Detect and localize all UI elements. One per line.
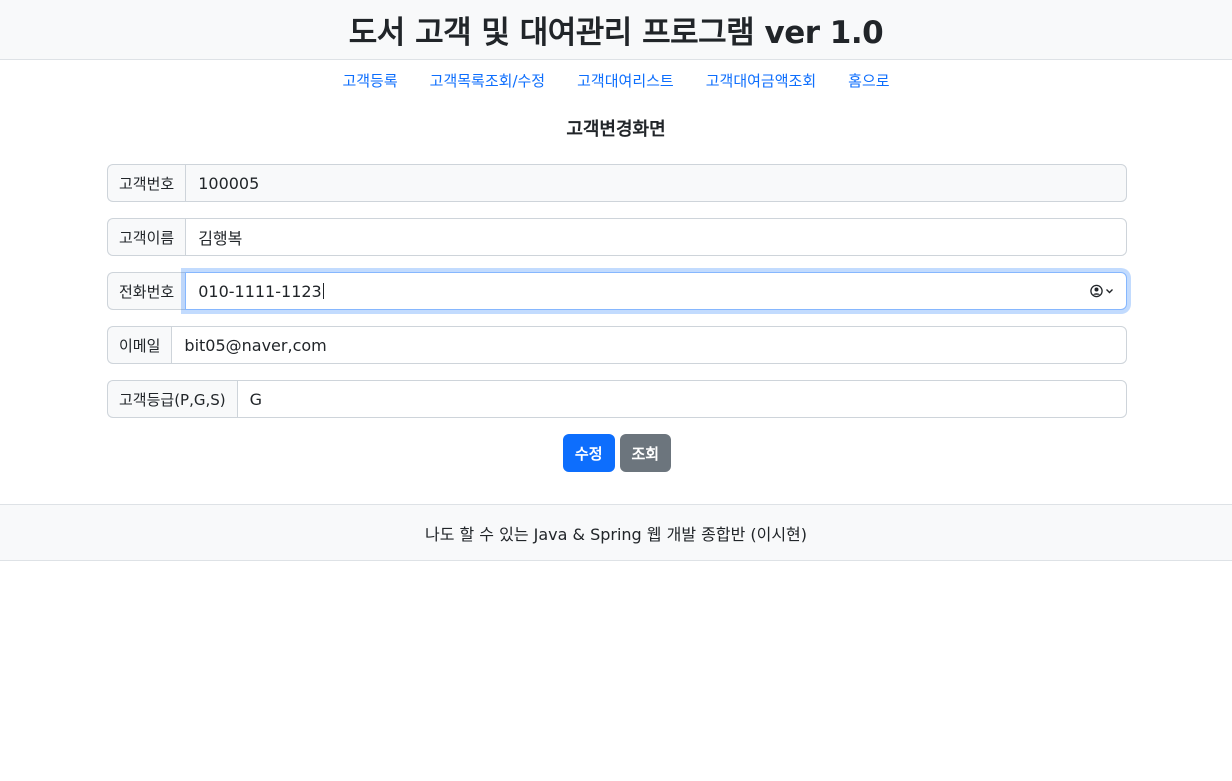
customer-name-group: 고객이름 김행복	[107, 218, 1127, 256]
customer-name-label: 고객이름	[107, 218, 186, 256]
top-nav: 고객등록 고객목록조회/수정 고객대여리스트 고객대여금액조회 홈으로	[0, 70, 1232, 92]
email-field[interactable]: bit05@naver,com	[171, 326, 1127, 364]
customer-id-group: 고객번호 100005	[107, 164, 1127, 202]
search-button[interactable]: 조회	[619, 434, 672, 472]
update-button[interactable]: 수정	[562, 434, 615, 472]
customer-id-label: 고객번호	[107, 164, 186, 202]
email-label: 이메일	[107, 326, 172, 364]
nav-home[interactable]: 홈으로	[848, 70, 889, 92]
page-title: 고객변경화면	[566, 119, 666, 140]
form-buttons: 수정 조회	[107, 434, 1127, 472]
person-circle-icon	[1090, 284, 1103, 298]
grade-value: G	[249, 389, 263, 409]
customer-name-value: 김행복	[198, 229, 243, 248]
header: 도서 고객 및 대여관리 프로그램 ver 1.0	[0, 0, 1232, 60]
phone-group: 전화번호 010-1111-1123	[107, 272, 1127, 310]
grade-field[interactable]: G	[236, 380, 1127, 418]
nav-customer-rental-amount[interactable]: 고객대여금액조회	[706, 70, 816, 92]
nav-customer-rental-list[interactable]: 고객대여리스트	[577, 70, 674, 92]
phone-label: 전화번호	[107, 272, 186, 310]
customer-id-value: 100005	[198, 173, 260, 193]
grade-group: 고객등급(P,G,S) G	[107, 380, 1127, 418]
phone-value: 010-1111-1123	[198, 281, 322, 301]
grade-label: 고객등급(P,G,S)	[107, 380, 237, 418]
contact-autofill-icon[interactable]	[1090, 284, 1114, 298]
footer-text: 나도 할 수 있는 Java & Spring 웹 개발 종합반 (이시현)	[424, 524, 808, 544]
customer-id-field[interactable]: 100005	[185, 164, 1127, 202]
phone-field[interactable]: 010-1111-1123	[185, 272, 1127, 310]
nav-customer-register[interactable]: 고객등록	[342, 70, 397, 92]
nav-customer-list-edit[interactable]: 고객목록조회/수정	[430, 70, 545, 92]
text-caret	[322, 283, 324, 299]
customer-edit-form: 고객번호 100005 고객이름 김행복 전화번호 010-1111-1123	[107, 164, 1127, 472]
email-group: 이메일 bit05@naver,com	[107, 326, 1127, 364]
customer-name-field[interactable]: 김행복	[185, 218, 1127, 256]
app-title: 도서 고객 및 대여관리 프로그램 ver 1.0	[348, 15, 884, 51]
chevron-down-icon	[1106, 289, 1113, 294]
email-value: bit05@naver,com	[184, 335, 327, 355]
footer: 나도 할 수 있는 Java & Spring 웹 개발 종합반 (이시현)	[0, 504, 1232, 561]
